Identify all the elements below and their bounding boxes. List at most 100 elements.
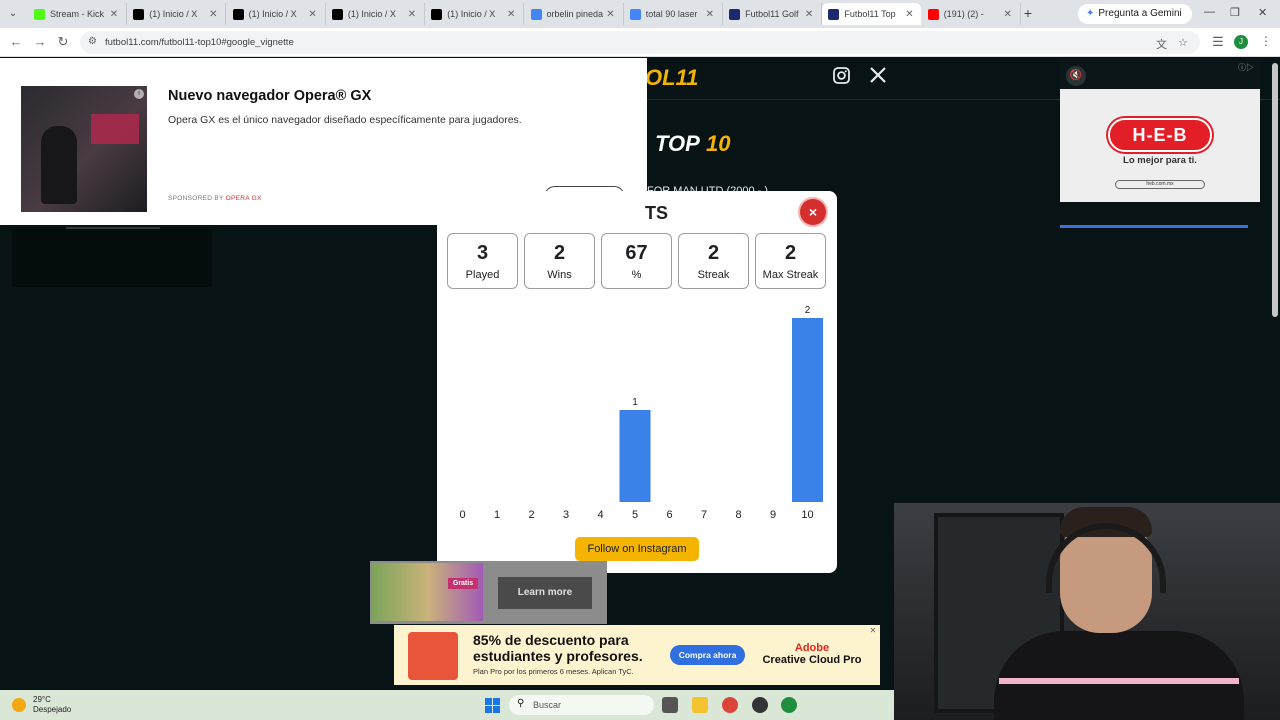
chrome-icon[interactable]: [722, 697, 738, 713]
ad-close-icon[interactable]: ✕: [868, 626, 878, 636]
opera-ad-headline[interactable]: Nuevo navegador Opera® GX: [168, 88, 371, 104]
tab-close-icon[interactable]: ✕: [803, 9, 815, 20]
browser-tab[interactable]: (1) Inicio / X ✕: [127, 3, 227, 25]
x-tick-label: 5: [632, 509, 638, 521]
browser-toolbar: ← → ↻ ⚙ futbol11.com/futbol11-top10#goog…: [0, 28, 1280, 57]
mute-icon[interactable]: 🔇: [1066, 66, 1086, 86]
adchoices-icon[interactable]: ⓘ▷: [1238, 62, 1254, 73]
instagram-icon[interactable]: [832, 66, 851, 85]
taskbar-search[interactable]: ⚲ Buscar: [509, 695, 654, 715]
url-text: futbol11.com/futbol11-top10#google_vigne…: [105, 37, 294, 48]
close-icon[interactable]: ×: [800, 199, 826, 225]
menu-kebab-icon[interactable]: ⋮: [1260, 34, 1272, 48]
mid-ad-image[interactable]: [372, 563, 483, 621]
forward-icon[interactable]: →: [32, 34, 48, 50]
mid-ad-learn-more-button[interactable]: Learn more: [498, 577, 592, 609]
browser-tab[interactable]: (1) Inicio / X ✕: [326, 3, 425, 25]
browser-tab[interactable]: (1) Inicio / X ✕: [227, 3, 326, 25]
bookmark-star-icon[interactable]: ☆: [1178, 36, 1188, 49]
opera-ad-body: Opera GX es el único navegador diseñado …: [168, 114, 522, 126]
weather-desc[interactable]: Despejado: [33, 705, 71, 714]
windows-start-icon[interactable]: [485, 698, 500, 713]
x-icon: [331, 8, 343, 20]
tab-close-icon[interactable]: ✕: [605, 9, 617, 20]
heb-logo[interactable]: H-E-B: [1108, 118, 1212, 152]
reload-icon[interactable]: ↻: [55, 34, 71, 50]
site-logo[interactable]: OL11: [645, 65, 698, 91]
stat-win-percent: 67 %: [601, 233, 672, 289]
adobe-buy-button[interactable]: Compra ahora: [670, 645, 745, 665]
webcam-overlay: [894, 503, 1280, 720]
tab-close-icon[interactable]: ✕: [704, 9, 716, 20]
browser-tab[interactable]: (1) Inicio / X ✕: [425, 3, 525, 25]
close-window-icon[interactable]: ✕: [1258, 6, 1267, 19]
new-tab-button[interactable]: +: [1020, 5, 1036, 21]
tab-close-icon[interactable]: ✕: [1002, 9, 1014, 20]
x-tick-label: 9: [770, 509, 776, 521]
browser-tab[interactable]: (191) (2) - ✕: [922, 3, 1021, 25]
tab-title: total 90 laser: [645, 9, 698, 19]
x-icon: [133, 8, 145, 20]
ad-info-icon[interactable]: i: [134, 89, 144, 99]
browser-tab[interactable]: Stream - Kick ✕: [28, 3, 127, 25]
tab-strip: ⌄ Stream - Kick ✕ (1) Inicio / X ✕ (1) Inici…: [0, 0, 1280, 28]
browser-tab[interactable]: total 90 laser ✕: [624, 3, 723, 25]
tab-title: (191) (2) -: [943, 9, 984, 19]
stat-label: Streak: [697, 269, 730, 281]
x-social-icon[interactable]: [869, 66, 887, 84]
adobe-brand: Adobe Creative Cloud Pro: [762, 642, 862, 666]
heb-ad-topbar: [1060, 60, 1260, 89]
opera-ad-sponsor: SPONSORED BY OPERA GX: [168, 195, 262, 202]
google-icon: [629, 8, 641, 20]
obs-icon[interactable]: [752, 697, 768, 713]
heb-tagline: Lo mejor para ti.: [1123, 155, 1197, 166]
adobe-ad-terms: Plan Pro por los primeros 6 meses. Aplic…: [473, 667, 634, 676]
browser-tab[interactable]: orbelin pineda ✕: [525, 3, 624, 25]
file-explorer-icon[interactable]: [692, 697, 708, 713]
restore-icon[interactable]: ❐: [1230, 6, 1240, 19]
chrome-profile-icon[interactable]: [781, 697, 797, 713]
tab-close-icon[interactable]: ✕: [505, 9, 517, 20]
windows-taskbar: 29°C Despejado ⚲ Buscar: [0, 690, 894, 720]
tab-close-icon[interactable]: ✕: [108, 9, 120, 20]
task-view-icon[interactable]: [662, 697, 678, 713]
address-bar[interactable]: ⚙ futbol11.com/futbol11-top10#google_vig…: [80, 31, 1200, 54]
page-scrollbar[interactable]: [1272, 63, 1278, 317]
mid-ad-badge: Gratis: [448, 578, 478, 589]
site-info-icon[interactable]: ⚙: [88, 36, 97, 47]
tab-groups-icon[interactable]: ☰: [1210, 34, 1226, 50]
adobe-ad-image[interactable]: [408, 632, 458, 680]
browser-tab[interactable]: Futbol11 Golf ✕: [723, 3, 823, 25]
follow-instagram-button[interactable]: Follow on Instagram: [575, 537, 699, 561]
minimize-icon[interactable]: —: [1204, 6, 1215, 18]
tab-close-icon[interactable]: ✕: [207, 9, 219, 20]
browser-tab[interactable]: Futbol11 Top ✕: [822, 3, 922, 25]
profile-avatar[interactable]: J: [1234, 35, 1248, 49]
youtube-icon: [927, 8, 939, 20]
tab-close-icon[interactable]: ✕: [307, 9, 319, 20]
weather-temp[interactable]: 29°C: [33, 695, 51, 704]
stat-played: 3 Played: [447, 233, 518, 289]
translate-icon[interactable]: 文: [1156, 36, 1167, 52]
back-icon[interactable]: ←: [8, 34, 24, 50]
search-icon: ⚲: [517, 698, 525, 709]
x-tick-label: 2: [528, 509, 534, 521]
tab-search-icon[interactable]: ⌄: [4, 5, 22, 23]
tab-close-icon[interactable]: ✕: [406, 9, 418, 20]
tab-close-icon[interactable]: ✕: [903, 9, 915, 20]
stat-streak: 2 Streak: [678, 233, 749, 289]
x-icon: [232, 8, 244, 20]
tab-title: (1) Inicio / X: [447, 9, 496, 19]
opera-ad-image[interactable]: i: [21, 86, 147, 212]
heb-url-button[interactable]: heb.com.mx: [1115, 180, 1205, 189]
gemini-button[interactable]: ✦ Pregunta a Gemini: [1078, 4, 1192, 24]
bar-value-label: 2: [805, 305, 811, 316]
tab-title: (1) Inicio / X: [347, 9, 396, 19]
tab-title: Futbol11 Top: [844, 9, 896, 19]
stats-modal-title: TS: [645, 203, 669, 223]
x-tick-label: 6: [666, 509, 672, 521]
tab-title: orbelin pineda: [546, 9, 604, 19]
weather-sun-icon[interactable]: [12, 698, 26, 712]
tab-title: Futbol11 Golf: [745, 9, 799, 19]
tab-title: (1) Inicio / X: [149, 9, 198, 19]
